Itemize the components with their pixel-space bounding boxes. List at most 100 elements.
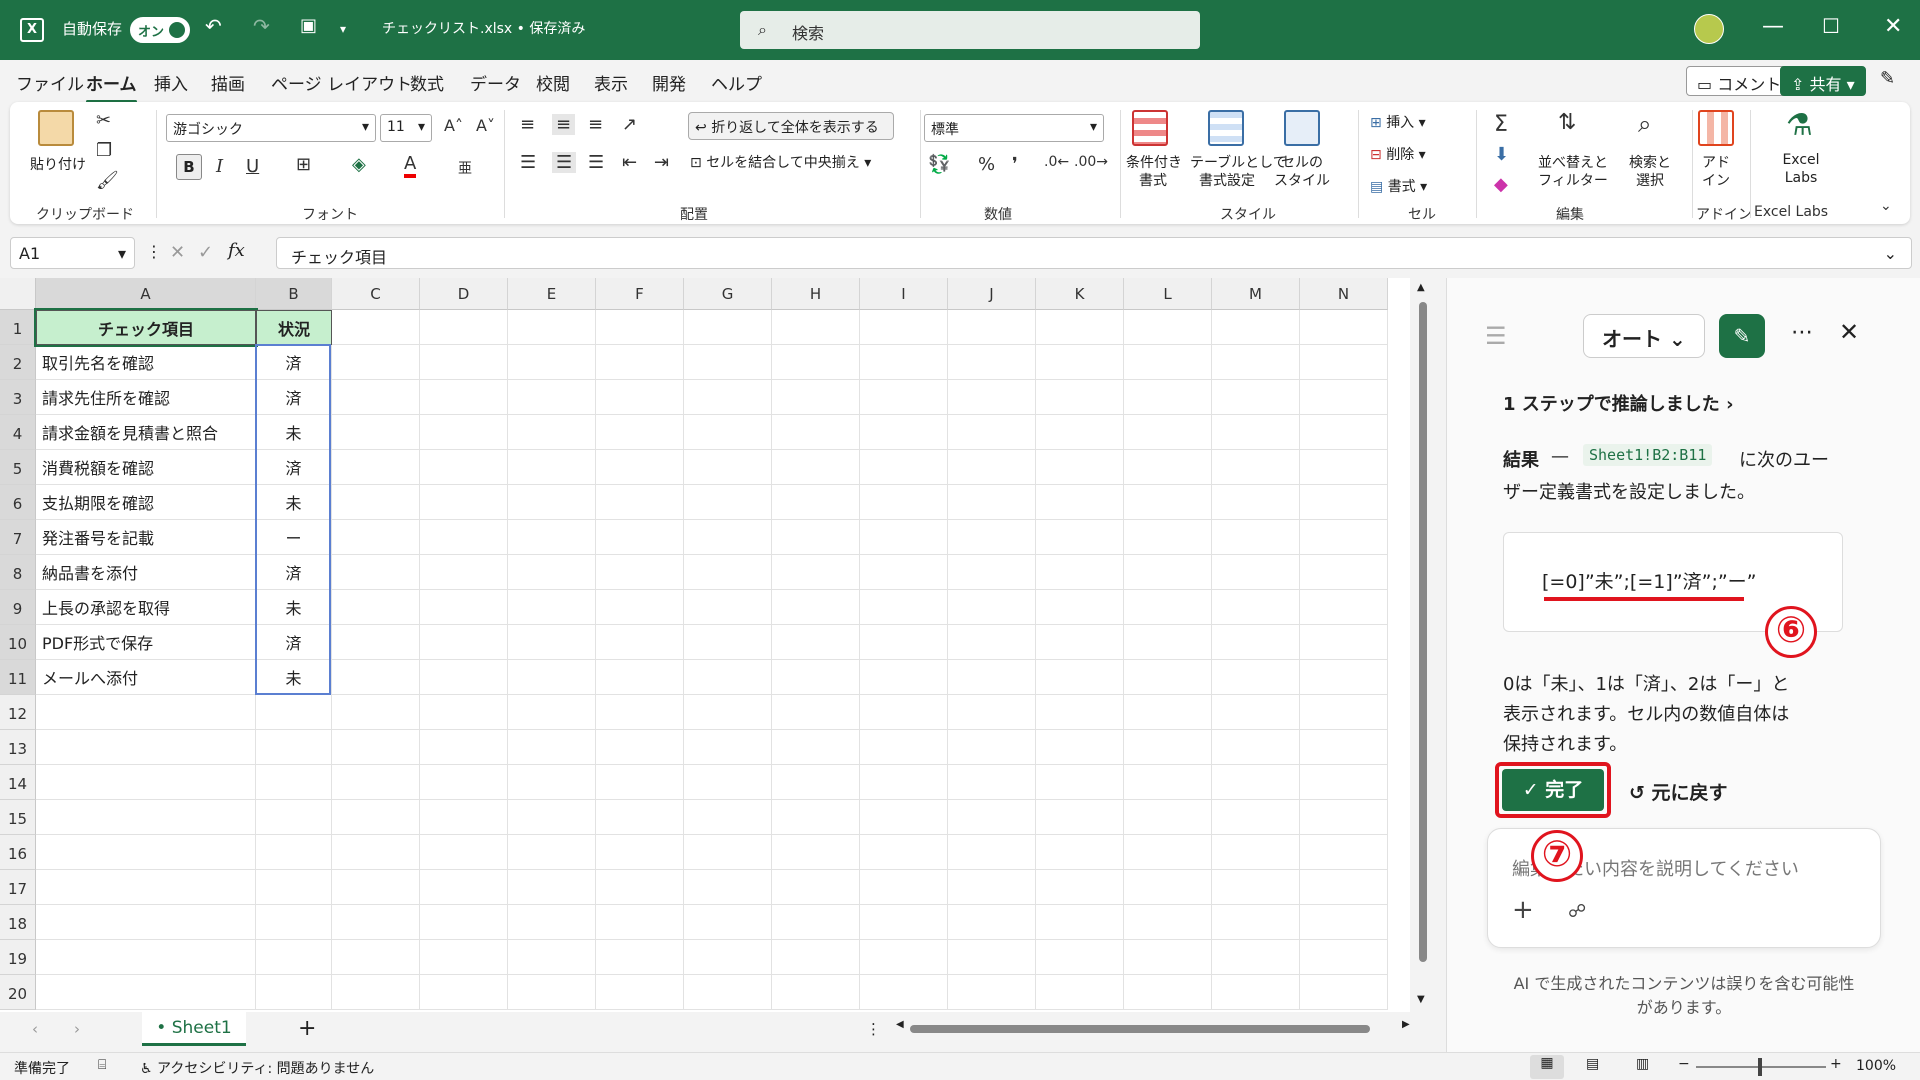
autosum-icon[interactable]: Σ [1494, 112, 1508, 137]
attach-icon[interactable]: + [1512, 895, 1534, 925]
cell[interactable] [1124, 660, 1212, 695]
cell[interactable] [684, 660, 772, 695]
row-header-20[interactable]: 20 [0, 975, 36, 1010]
cell[interactable] [256, 835, 332, 870]
column-header-g[interactable]: G [684, 278, 772, 310]
cell[interactable] [1124, 310, 1212, 345]
cell[interactable] [36, 870, 256, 905]
cell[interactable] [948, 695, 1036, 730]
cell[interactable] [332, 660, 420, 695]
delete-cells-button[interactable]: ⊟ 削除 ▾ [1370, 144, 1426, 164]
cell[interactable] [1036, 520, 1124, 555]
cell[interactable] [1036, 800, 1124, 835]
cell[interactable] [596, 345, 684, 380]
cell[interactable] [596, 835, 684, 870]
cell[interactable] [420, 730, 508, 765]
cell[interactable] [772, 660, 860, 695]
increase-indent-icon[interactable]: ⇥ [654, 152, 669, 173]
cell[interactable] [420, 590, 508, 625]
vertical-scrollbar[interactable]: ▲ ▼ [1412, 278, 1434, 1012]
cell[interactable] [1212, 415, 1300, 450]
cell[interactable] [1036, 660, 1124, 695]
cell[interactable] [860, 590, 948, 625]
cell[interactable] [1124, 765, 1212, 800]
cell[interactable] [772, 625, 860, 660]
wrap-text-button[interactable]: ↩ 折り返して全体を表示する [688, 112, 894, 140]
cell[interactable] [256, 730, 332, 765]
accessibility-status[interactable]: ♿ アクセシビリティ: 問題ありません [140, 1058, 374, 1078]
cell[interactable] [36, 800, 256, 835]
cell[interactable] [772, 380, 860, 415]
cell[interactable] [772, 345, 860, 380]
format-cells-button[interactable]: ▤ 書式 ▾ [1370, 176, 1427, 196]
cell[interactable] [332, 485, 420, 520]
format-as-table-label-2[interactable]: 書式設定 [1190, 170, 1264, 190]
cell[interactable] [948, 870, 1036, 905]
tab-formulas[interactable]: 数式 [410, 70, 444, 95]
cell[interactable] [684, 625, 772, 660]
number-format-select[interactable]: 標準 ▾ [924, 114, 1104, 142]
cell-styles-label[interactable]: セルの [1272, 152, 1332, 172]
mode-select[interactable]: オート ⌄ [1583, 314, 1705, 358]
cell[interactable] [596, 730, 684, 765]
undo-icon[interactable]: ↶ [205, 14, 222, 38]
cell[interactable] [772, 485, 860, 520]
next-sheet-icon[interactable]: › [74, 1020, 80, 1038]
cell[interactable] [860, 345, 948, 380]
cell[interactable] [1300, 345, 1388, 380]
cell[interactable] [596, 695, 684, 730]
add-sheet-icon[interactable]: + [298, 1016, 316, 1041]
cell[interactable] [508, 695, 596, 730]
excel-labs-label-2[interactable]: Labs [1764, 170, 1838, 186]
tab-data[interactable]: データ [470, 70, 521, 95]
align-top-icon[interactable]: ≡ [520, 114, 535, 135]
more-icon[interactable]: ⋮ [146, 242, 162, 261]
avatar[interactable] [1694, 14, 1724, 44]
column-header-m[interactable]: M [1212, 278, 1300, 310]
cell[interactable] [1212, 870, 1300, 905]
screenshot-icon[interactable]: ▣ [300, 15, 317, 36]
cell[interactable] [948, 625, 1036, 660]
cell[interactable] [36, 940, 256, 975]
autosave-toggle[interactable]: オン [130, 17, 190, 43]
cell[interactable] [1124, 905, 1212, 940]
cell[interactable] [332, 730, 420, 765]
cell-item[interactable]: 消費税額を確認 [36, 450, 256, 485]
cell[interactable] [1300, 625, 1388, 660]
cell[interactable] [1212, 485, 1300, 520]
cell-status[interactable]: 済 [256, 380, 332, 415]
cell[interactable] [1036, 730, 1124, 765]
file-name[interactable]: チェックリスト.xlsx • 保存済み [382, 18, 585, 38]
cell[interactable] [420, 975, 508, 1010]
cell[interactable] [508, 485, 596, 520]
cell[interactable] [1124, 485, 1212, 520]
comma-icon[interactable]: ❜ [1012, 154, 1018, 175]
cell[interactable] [1300, 555, 1388, 590]
formula-input[interactable]: チェック項目 ⌄ [276, 237, 1912, 269]
cell[interactable] [772, 940, 860, 975]
cell[interactable] [860, 660, 948, 695]
cell[interactable] [1124, 415, 1212, 450]
conditional-format-label-2[interactable]: 書式 [1126, 170, 1180, 190]
tab-draw[interactable]: 描画 [211, 70, 245, 95]
cell-item[interactable]: 支払期限を確認 [36, 485, 256, 520]
cell[interactable] [508, 800, 596, 835]
cell-status[interactable]: 未 [256, 415, 332, 450]
zoom-slider[interactable] [1696, 1058, 1826, 1076]
font-size-select[interactable]: 11 ▾ [380, 114, 432, 142]
cell[interactable] [1212, 695, 1300, 730]
insert-function-icon[interactable]: fx [228, 240, 245, 261]
format-code[interactable]: [=0]”未”;[=1]”済”;”ー” [1542, 567, 1757, 594]
cell[interactable] [1300, 835, 1388, 870]
cell[interactable] [596, 870, 684, 905]
collapse-ribbon-icon[interactable]: ⌄ [1880, 198, 1892, 214]
search-box[interactable]: ⌕ 検索 [740, 11, 1200, 49]
cell[interactable] [1212, 975, 1300, 1010]
cell[interactable] [860, 800, 948, 835]
cell[interactable] [508, 345, 596, 380]
cell[interactable] [596, 415, 684, 450]
cell[interactable] [596, 660, 684, 695]
cell[interactable] [1124, 450, 1212, 485]
cell[interactable] [1212, 310, 1300, 345]
cell[interactable] [332, 940, 420, 975]
